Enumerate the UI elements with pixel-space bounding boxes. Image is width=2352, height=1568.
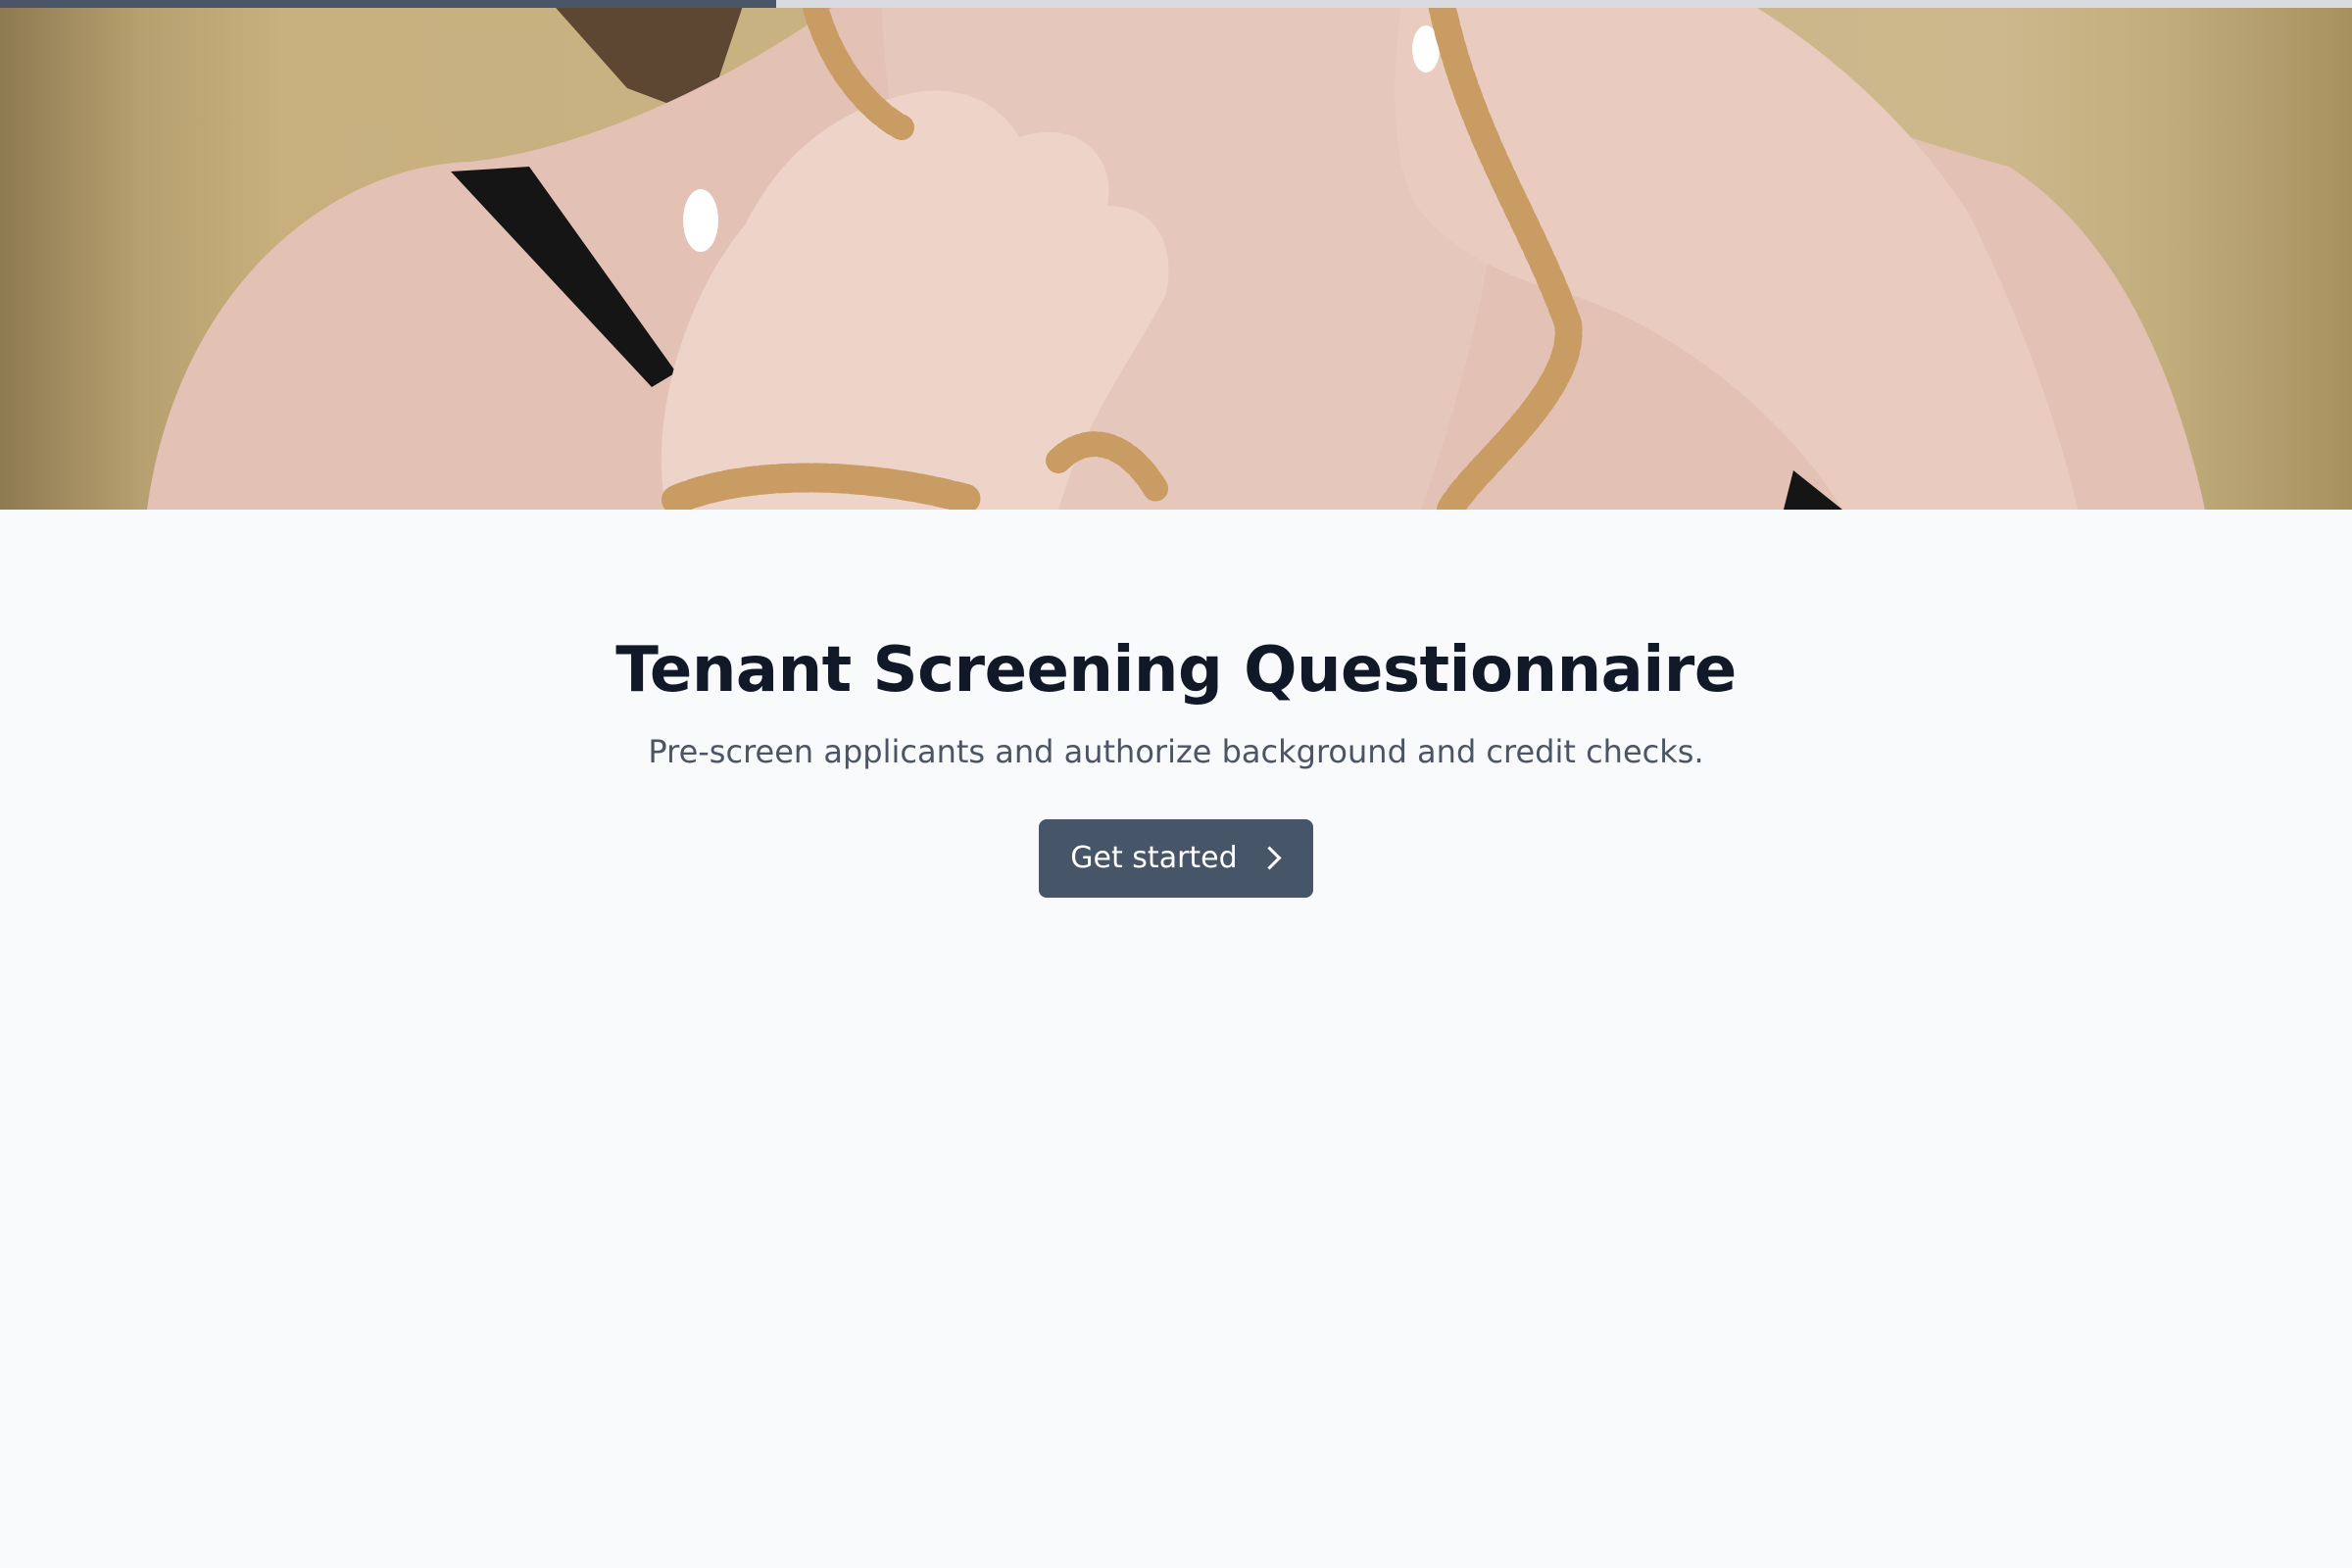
progress-bar-fill bbox=[0, 0, 776, 8]
hero-image bbox=[0, 0, 2352, 510]
progress-bar bbox=[0, 0, 2352, 8]
hero-photo-illustration bbox=[147, 0, 2205, 510]
welcome-screen: Tenant Screening Questionnaire Pre-scree… bbox=[0, 0, 2352, 1568]
form-title: Tenant Screening Questionnaire bbox=[615, 634, 1737, 707]
intro-section: Tenant Screening Questionnaire Pre-scree… bbox=[0, 510, 2352, 898]
get-started-button[interactable]: Get started bbox=[1039, 818, 1313, 898]
get-started-button-label: Get started bbox=[1070, 841, 1238, 876]
chevron-right-icon bbox=[1257, 846, 1282, 871]
form-subtitle: Pre-screen applicants and authorize back… bbox=[648, 732, 1704, 770]
